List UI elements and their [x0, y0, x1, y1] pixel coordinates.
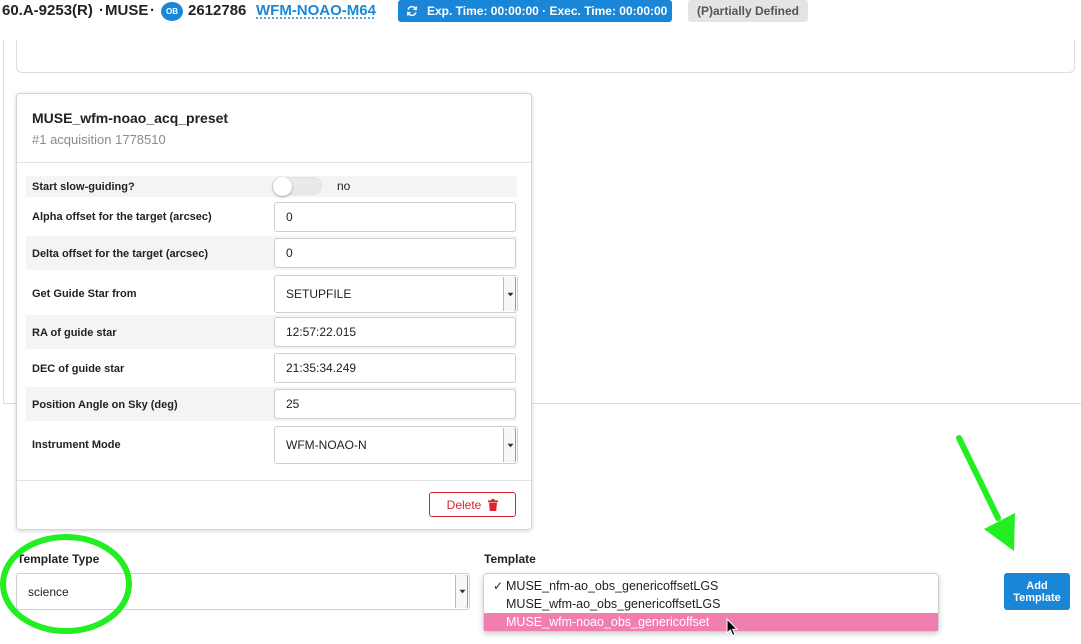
delta-offset-input[interactable]: 0: [274, 238, 516, 268]
dec-guide-star-input[interactable]: 21:35:34.249: [274, 353, 516, 383]
guide-star-source-select[interactable]: SETUPFILE: [274, 275, 518, 313]
template-card: MUSE_wfm-noao_acq_preset #1 acquisition …: [16, 93, 532, 530]
param-label: Instrument Mode: [32, 439, 121, 451]
caret-down-icon[interactable]: [503, 428, 516, 462]
instrument-mode-select[interactable]: WFM-NOAO-N: [274, 426, 518, 464]
add-template-label-line1: Add: [1026, 579, 1048, 592]
option-label: MUSE_wfm-noao_obs_genericoffset: [506, 615, 710, 629]
ob-badge: OB: [161, 2, 183, 21]
divider: [17, 480, 531, 481]
template-label: Template: [484, 552, 536, 566]
highlight-circle-annotation: [0, 534, 132, 634]
param-label: Alpha offset for the target (arcsec): [32, 211, 212, 223]
separator: ·: [99, 2, 104, 19]
template-dropdown-list[interactable]: ✓ MUSE_nfm-ao_obs_genericoffsetLGS MUSE_…: [483, 573, 939, 632]
select-value: WFM-NOAO-N: [286, 438, 367, 452]
mouse-pointer-icon: [726, 618, 739, 637]
param-row-slow-guiding: Start slow-guiding? no: [26, 176, 517, 197]
status-badge: (P)artially Defined: [688, 0, 808, 22]
checkmark-icon: ✓: [492, 579, 503, 593]
arrow-annotation: [956, 435, 1015, 551]
param-row-position-angle: Position Angle on Sky (deg) 25: [26, 387, 517, 421]
add-template-label-line2: Template: [1013, 591, 1061, 604]
param-label: Get Guide Star from: [32, 288, 137, 300]
param-row-dec-guide-star: DEC of guide star 21:35:34.249: [26, 351, 517, 385]
separator: ·: [150, 2, 155, 19]
ra-guide-star-input[interactable]: 12:57:22.015: [274, 317, 516, 347]
add-template-button[interactable]: Add Template: [1004, 573, 1070, 610]
template-subtitle: #1 acquisition 1778510: [32, 132, 166, 147]
exposure-time-badge[interactable]: Exp. Time: 00:00:00 · Exec. Time: 00:00:…: [398, 0, 672, 22]
template-title: MUSE_wfm-noao_acq_preset: [32, 110, 229, 126]
caret-down-icon[interactable]: [503, 277, 516, 311]
delete-template-button[interactable]: Delete: [429, 492, 516, 517]
ob-name-link[interactable]: WFM-NOAO-M64: [256, 2, 376, 19]
ob-header: 60.A-9253(R) · MUSE · OB 2612786 WFM-NOA…: [0, 0, 1081, 24]
program-id: 60.A-9253(R): [2, 2, 93, 19]
param-row-delta-offset: Delta offset for the target (arcsec) 0: [26, 236, 517, 270]
divider: [17, 162, 531, 163]
alpha-offset-input[interactable]: 0: [274, 202, 516, 232]
param-label: RA of guide star: [32, 327, 117, 339]
param-row-alpha-offset: Alpha offset for the target (arcsec) 0: [26, 201, 517, 233]
refresh-icon: [406, 5, 418, 17]
template-option[interactable]: ✓ MUSE_nfm-ao_obs_genericoffsetLGS: [484, 577, 938, 595]
slow-guiding-toggle[interactable]: [272, 177, 322, 196]
select-value: SETUPFILE: [286, 287, 352, 301]
param-row-guide-star-from: Get Guide Star from SETUPFILE: [26, 274, 518, 314]
caret-down-icon[interactable]: [455, 575, 468, 608]
param-label: Delta offset for the target (arcsec): [32, 248, 209, 260]
delete-label: Delete: [446, 497, 482, 512]
trash-icon: [488, 498, 499, 511]
template-option[interactable]: MUSE_wfm-ao_obs_genericoffsetLGS: [484, 595, 938, 613]
exposure-time-text: Exp. Time: 00:00:00 · Exec. Time: 00:00:…: [427, 4, 668, 18]
previous-section-panel: [16, 40, 1075, 73]
param-label: Start slow-guiding?: [32, 181, 135, 193]
toggle-value: no: [337, 179, 351, 193]
option-label: MUSE_wfm-ao_obs_genericoffsetLGS: [506, 597, 721, 611]
param-label: DEC of guide star: [32, 363, 125, 375]
param-row-ra-guide-star: RA of guide star 12:57:22.015: [26, 315, 517, 349]
param-label: Position Angle on Sky (deg): [32, 399, 178, 411]
toggle-knob: [273, 177, 292, 196]
ob-id: 2612786: [188, 2, 247, 19]
option-label: MUSE_nfm-ao_obs_genericoffsetLGS: [506, 579, 719, 593]
template-option-highlighted[interactable]: MUSE_wfm-noao_obs_genericoffset: [484, 613, 938, 631]
param-row-instrument-mode: Instrument Mode WFM-NOAO-N: [26, 425, 518, 465]
position-angle-input[interactable]: 25: [274, 389, 516, 419]
instrument-name: MUSE: [105, 2, 149, 19]
